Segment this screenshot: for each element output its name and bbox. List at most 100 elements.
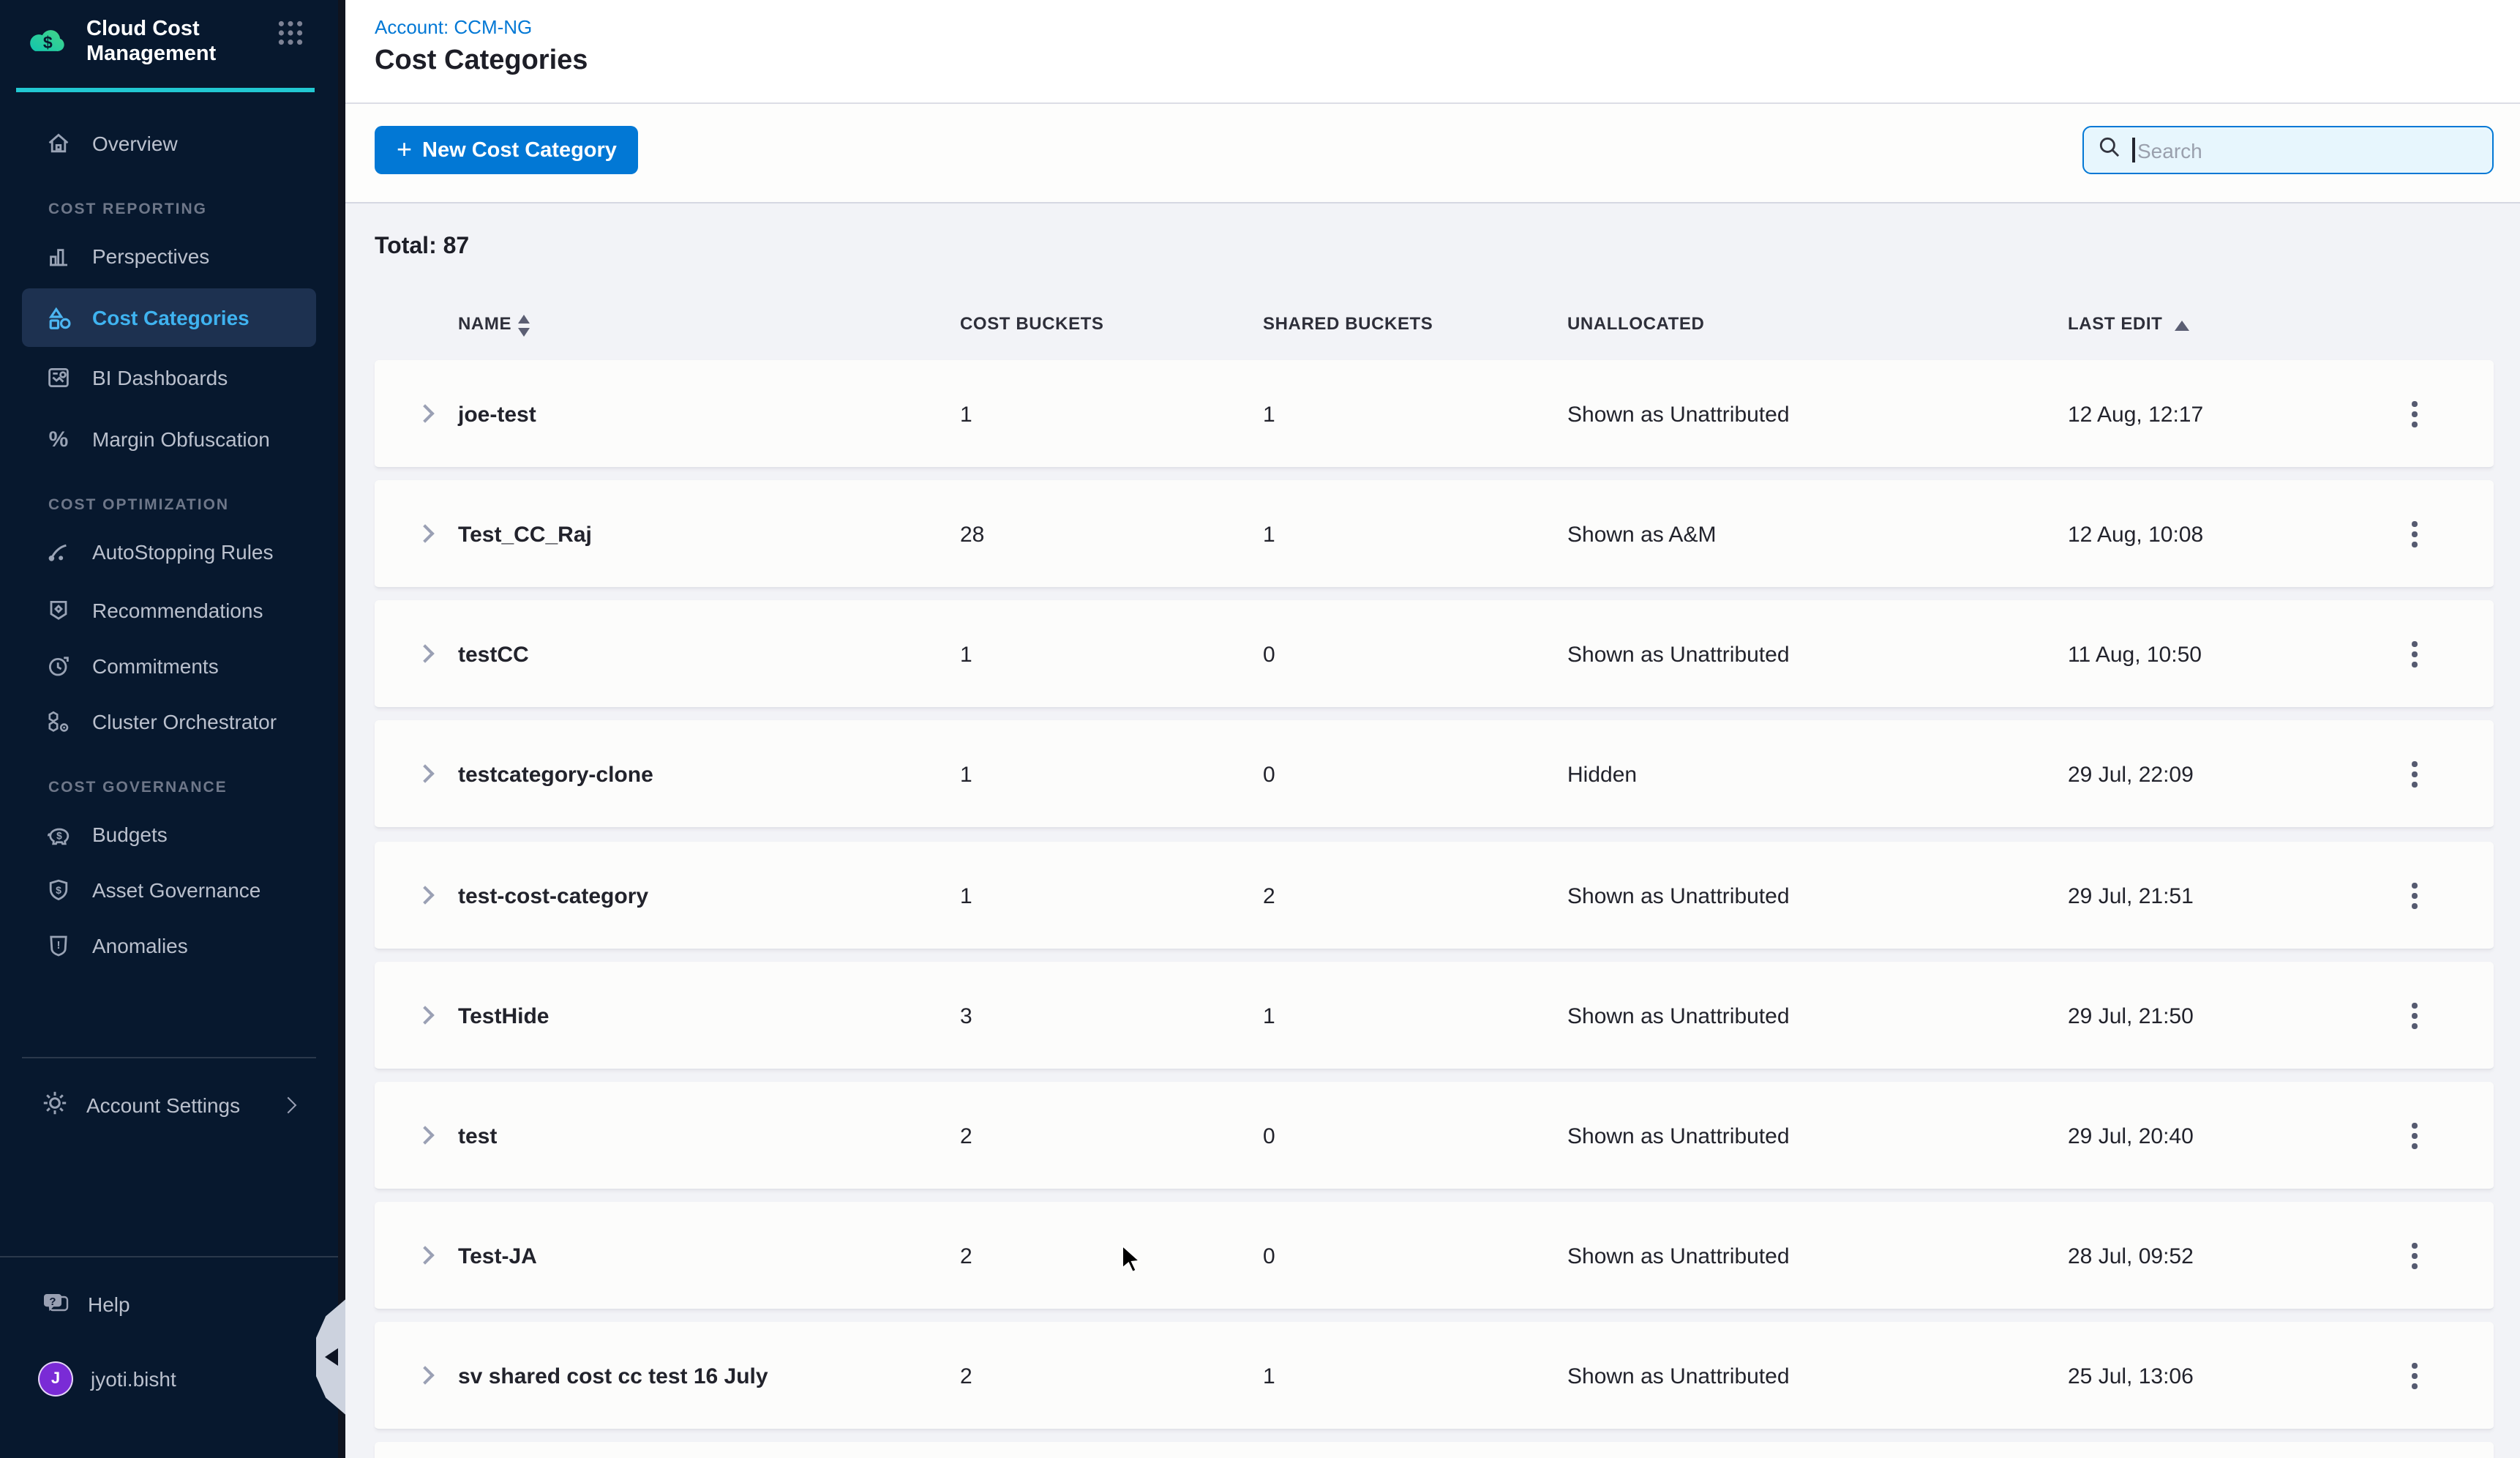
sidebar-item-label: Cluster Orchestrator (92, 710, 277, 733)
sidebar-item-overview[interactable]: Overview (0, 117, 338, 170)
sidebar-item-margin-obfuscation[interactable]: % Margin Obfuscation (0, 413, 338, 466)
sidebar-item-anomalies[interactable]: ! Anomalies (0, 919, 338, 972)
expand-chevron-icon[interactable] (416, 524, 434, 542)
table-row[interactable]: test-cost-category 1 2 Shown as Unattrib… (375, 842, 2494, 950)
table-row[interactable]: Test-JA 2 0 Shown as Unattributed 28 Jul… (375, 1202, 2494, 1310)
search-input[interactable] (2134, 137, 2492, 163)
table-row[interactable]: Test_CC_Raj 28 1 Shown as A&M 12 Aug, 10… (375, 480, 2494, 588)
expand-chevron-icon[interactable] (416, 886, 434, 904)
sidebar-item-recommendations[interactable]: Recommendations (0, 584, 338, 637)
table-row[interactable]: joe-test 1 1 Shown as Unattributed 12 Au… (375, 360, 2494, 468)
shield-alert-icon: ! (44, 932, 73, 959)
cost-category-name: test-cost-category (458, 842, 648, 950)
column-header-cost-buckets[interactable]: COST BUCKETS (960, 313, 1104, 334)
unallocated-value: Shown as Unattributed (1567, 1322, 1790, 1430)
sort-ascending-icon[interactable] (2175, 321, 2189, 331)
sidebar-item-label: Overview (92, 132, 178, 155)
column-header-last-edit[interactable]: LAST EDIT (2068, 313, 2162, 334)
expand-chevron-icon[interactable] (416, 764, 434, 782)
piggy-bank-icon: $ (44, 820, 73, 848)
kebab-menu-icon[interactable] (2400, 755, 2429, 793)
table-row[interactable]: testCC 1 0 Shown as Unattributed 11 Aug,… (375, 600, 2494, 709)
expand-chevron-icon[interactable] (416, 1246, 434, 1264)
cost-category-name: test (458, 1082, 497, 1190)
kebab-menu-icon[interactable] (2400, 635, 2429, 673)
sidebar-item-account-settings[interactable]: Account Settings (0, 1079, 338, 1132)
sidebar-user-profile[interactable]: J jyoti.bisht (0, 1353, 338, 1405)
cost-buckets-value: 1 (960, 842, 972, 950)
column-header-shared-buckets[interactable]: SHARED BUCKETS (1263, 313, 1433, 334)
kebab-menu-icon[interactable] (2400, 395, 2429, 433)
shared-buckets-value: 0 (1263, 1202, 1275, 1310)
expand-chevron-icon[interactable] (416, 404, 434, 422)
unallocated-value: Shown as Unattributed (1567, 962, 1790, 1070)
sidebar-item-bi-dashboards[interactable]: BI Dashboards (0, 351, 338, 404)
gear-icon (41, 1089, 69, 1121)
expand-chevron-icon[interactable] (416, 1366, 434, 1384)
sidebar-divider (22, 1057, 316, 1058)
kebab-menu-icon[interactable] (2400, 1117, 2429, 1155)
sidebar-item-label: Margin Obfuscation (92, 427, 270, 451)
section-label-cost-reporting: COST REPORTING (0, 198, 338, 221)
page-title: Cost Categories (375, 45, 588, 78)
column-header-unallocated[interactable]: UNALLOCATED (1567, 313, 1704, 334)
sidebar-item-label: Commitments (92, 654, 219, 678)
expand-chevron-icon[interactable] (416, 1006, 434, 1024)
breadcrumb[interactable]: Account: CCM-NG (375, 16, 532, 38)
new-cost-category-button[interactable]: + New Cost Category (375, 126, 639, 174)
expand-chevron-icon[interactable] (416, 1126, 434, 1144)
svg-text:?: ? (49, 1295, 56, 1307)
sidebar-item-commitments[interactable]: Commitments (0, 640, 338, 692)
cost-category-name: Test_CC_Raj (458, 480, 592, 588)
module-grid-icon[interactable] (275, 18, 306, 56)
table-row[interactable]: sv shared cost cc test 16 July 2 1 Shown… (375, 1322, 2494, 1430)
search-box[interactable] (2082, 126, 2494, 174)
svg-text:$: $ (43, 33, 53, 52)
kebab-menu-icon[interactable] (2400, 1237, 2429, 1275)
total-count: Total: 87 (375, 234, 469, 261)
help-chat-icon: ? (41, 1289, 70, 1320)
table-row[interactable]: test 2 0 Shown as Unattributed 29 Jul, 2… (375, 1082, 2494, 1190)
sidebar-item-label: AutoStopping Rules (92, 540, 274, 564)
cost-category-name: joe-test (458, 360, 536, 468)
sidebar-item-label: Asset Governance (92, 878, 260, 902)
table-row[interactable]: testcategory-clone 1 0 Hidden 29 Jul, 22… (375, 720, 2494, 829)
sidebar: $ Cloud Cost Management Overview COST RE… (0, 0, 338, 1458)
ccm-cloud-dollar-logo-icon: $ (25, 18, 72, 72)
sidebar-item-asset-governance[interactable]: $ Asset Governance (0, 864, 338, 916)
sidebar-item-budgets[interactable]: $ Budgets (0, 808, 338, 861)
product-title: Cloud Cost Management (86, 18, 250, 67)
page-header: Account: CCM-NG Cost Categories (345, 0, 2520, 104)
kebab-menu-icon[interactable] (2400, 515, 2429, 553)
expand-chevron-icon[interactable] (416, 644, 434, 662)
sidebar-item-label: Perspectives (92, 244, 209, 268)
last-edit-value: 12 Aug, 12:17 (2068, 360, 2203, 468)
user-name: jyoti.bisht (91, 1367, 176, 1391)
shared-buckets-value: 0 (1263, 720, 1275, 829)
table-row[interactable]: TestHide 3 1 Shown as Unattributed 29 Ju… (375, 962, 2494, 1070)
kebab-menu-icon[interactable] (2400, 877, 2429, 915)
kebab-menu-icon[interactable] (2400, 997, 2429, 1035)
cost-buckets-value: 2 (960, 1322, 972, 1430)
sidebar-edge (338, 0, 345, 1458)
sidebar-item-autostopping-rules[interactable]: AutoStopping Rules (0, 526, 338, 578)
home-icon (44, 130, 73, 157)
bar-chart-icon (44, 243, 73, 269)
last-edit-value: 29 Jul, 21:51 (2068, 842, 2194, 950)
cost-category-name: testcategory-clone (458, 720, 653, 829)
sidebar-item-cost-categories[interactable]: Cost Categories (22, 288, 316, 347)
sidebar-item-cluster-orchestrator[interactable]: Cluster Orchestrator (0, 695, 338, 748)
sidebar-divider (0, 1256, 338, 1257)
plus-icon: + (397, 135, 412, 162)
column-header-name[interactable]: NAME (458, 313, 511, 334)
sidebar-item-help[interactable]: ? Help (0, 1278, 338, 1331)
sidebar-item-label: BI Dashboards (92, 366, 228, 389)
kebab-menu-icon[interactable] (2400, 1357, 2429, 1395)
sort-icon[interactable] (518, 315, 530, 336)
sidebar-item-perspectives[interactable]: Perspectives (0, 230, 338, 283)
product-logo[interactable]: $ Cloud Cost Management (25, 18, 318, 72)
cost-category-name: Test-JA (458, 1202, 537, 1310)
cost-category-name: testCC (458, 600, 529, 709)
table-row-partial[interactable] (375, 1442, 2494, 1458)
sidebar-item-label: Budgets (92, 823, 168, 846)
